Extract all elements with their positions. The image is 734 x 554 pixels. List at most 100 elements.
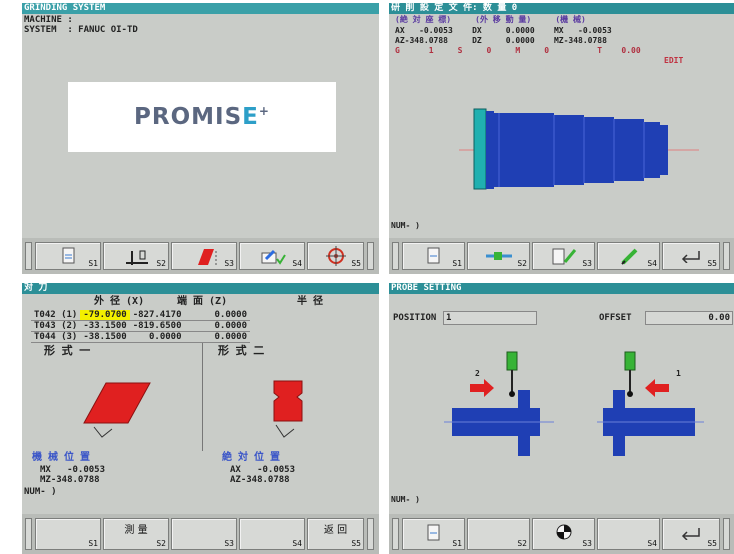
softkey-label: S2 — [156, 539, 166, 548]
softkey-s2[interactable]: S2 — [467, 242, 530, 270]
od-value[interactable]: -38.1500 — [80, 331, 130, 343]
radius-value[interactable]: 0.0000 — [184, 331, 251, 343]
logo-sup: + — [258, 104, 270, 118]
machine-label: MACHINE : — [24, 15, 73, 25]
softkey-label: S4 — [292, 539, 302, 548]
softkey-label: S1 — [452, 539, 462, 548]
softkey-right-edge[interactable] — [723, 242, 730, 270]
softkey-bar: S1 S2 S3 S4 S5 — [22, 238, 379, 274]
absolute-z: AZ-348.0788 — [230, 475, 290, 485]
position-field[interactable]: 1 — [443, 311, 537, 325]
coord-row-x: AX -0.0053 DX 0.0000 MX -0.0053 — [395, 26, 612, 35]
screen-title: PROBE SETTING — [389, 283, 734, 294]
grinding-system-screen: GRINDING SYSTEM MACHINE : SYSTEM : FANUC… — [22, 3, 379, 274]
softkey-right-edge[interactable] — [367, 518, 374, 550]
radius-value[interactable]: 0.0000 — [184, 310, 251, 321]
od-value[interactable]: -33.1500 — [80, 320, 130, 332]
softkey-s4[interactable]: S4 — [239, 242, 305, 270]
softkey-left-edge[interactable] — [392, 518, 399, 550]
logo-mark: E — [242, 104, 259, 130]
softkey-s1[interactable]: S1 — [35, 242, 101, 270]
tool-id: T043 (2) — [31, 320, 81, 332]
face-value[interactable]: -819.6500 — [129, 320, 185, 332]
probe-diagram-right — [597, 351, 704, 456]
softkey-s2[interactable]: S2 — [103, 242, 169, 270]
coord-headers: (絶 対 座 標) (外 移 動 量) (機 械) — [395, 15, 586, 24]
radius-value[interactable]: 0.0000 — [184, 320, 251, 332]
softkey-s1[interactable]: S1 — [35, 518, 101, 550]
machine-x: MX -0.0053 — [40, 465, 106, 475]
machine-position-label: 機 械 位 置 — [32, 452, 91, 463]
softkey-s1[interactable]: S1 — [402, 518, 465, 550]
face-value[interactable]: -827.4170 — [129, 310, 185, 321]
table-row[interactable]: T044 (3) -38.1500 0.0000 0.0000 — [31, 331, 251, 343]
softkey-label: S5 — [351, 539, 361, 548]
absolute-x: AX -0.0053 — [230, 465, 296, 475]
softkey-label: S1 — [88, 259, 98, 268]
target-quadrant-icon — [556, 524, 572, 540]
softkey-s4[interactable]: S4 — [597, 242, 660, 270]
screen-title: GRINDING SYSTEM — [22, 3, 379, 14]
promise-logo: PROMISE+ — [68, 82, 336, 152]
table-row[interactable]: T042 (1) -79.0700 -827.4170 0.0000 — [31, 310, 251, 321]
workpiece-drawing — [459, 108, 699, 190]
return-icon — [681, 528, 700, 540]
softkey-s3[interactable]: S3 — [532, 242, 595, 270]
softkey-s1[interactable]: S1 — [402, 242, 465, 270]
document-icon — [62, 247, 75, 264]
document-icon — [427, 524, 440, 541]
tool-id: T044 (3) — [31, 331, 81, 343]
logo-text: PROMIS — [134, 104, 243, 130]
softkey-s3[interactable]: S3 — [171, 518, 237, 550]
softkey-right-edge[interactable] — [367, 242, 374, 270]
softkey-s2-measure[interactable]: 測 量 S2 — [103, 518, 169, 550]
tool-offset-table: T042 (1) -79.0700 -827.4170 0.0000 T043 … — [31, 310, 251, 343]
softkey-label: S2 — [517, 259, 527, 268]
softkey-s5[interactable]: S5 — [662, 518, 720, 550]
col-header-radius: 半 径 — [297, 296, 324, 307]
face-value[interactable]: 0.0000 — [129, 331, 185, 343]
softkey-s3[interactable]: S3 — [532, 518, 595, 550]
softkey-left-edge[interactable] — [25, 242, 32, 270]
form-divider — [202, 343, 203, 451]
form-two-diagram[interactable] — [252, 375, 332, 445]
form-one-diagram[interactable] — [72, 375, 162, 445]
num-input[interactable]: NUM- ) — [391, 495, 420, 505]
offset-label: OFFSET — [599, 313, 632, 323]
status-row: G 1 S 0 M 0 T 0.00 — [395, 46, 641, 55]
num-input[interactable]: NUM- ) — [391, 221, 420, 231]
softkey-s4[interactable]: S4 — [239, 518, 305, 550]
position-label: POSITION — [393, 313, 437, 323]
form-one-label: 形 式 一 — [44, 344, 91, 357]
position-value: 1 — [446, 313, 452, 323]
red-parallelogram-icon — [198, 249, 217, 265]
softkey-bar: S1 測 量 S2 S3 S4 返 回 S5 — [22, 514, 379, 554]
table-row[interactable]: T043 (2) -33.1500 -819.6500 0.0000 — [31, 320, 251, 332]
softkey-left-edge[interactable] — [392, 242, 399, 270]
screen-title: 对 刀 — [22, 283, 379, 294]
softkey-label: S1 — [452, 259, 462, 268]
softkey-s5-return[interactable]: 返 回 S5 — [307, 518, 364, 550]
softkey-text: 返 回 — [323, 525, 348, 536]
od-value[interactable]: -79.0700 — [80, 310, 130, 321]
offset-field[interactable]: 0.00 — [645, 311, 733, 325]
pencil-icon — [621, 248, 638, 265]
system-label: SYSTEM : FANUC OI-TD — [24, 25, 138, 35]
softkey-label: S4 — [647, 259, 657, 268]
softkey-label: S4 — [647, 539, 657, 548]
softkey-label: S3 — [224, 539, 234, 548]
num-input[interactable]: NUM- ) — [24, 487, 57, 497]
softkey-label: S4 — [292, 259, 302, 268]
softkey-label: S3 — [582, 539, 592, 548]
softkey-s2[interactable]: S2 — [467, 518, 530, 550]
softkey-s3[interactable]: S3 — [171, 242, 237, 270]
softkey-label: S3 — [224, 259, 234, 268]
softkey-right-edge[interactable] — [723, 518, 730, 550]
softkey-s5[interactable]: S5 — [307, 242, 364, 270]
target-icon — [326, 246, 346, 266]
softkey-label: S5 — [707, 539, 717, 548]
softkey-left-edge[interactable] — [25, 518, 32, 550]
softkey-s5[interactable]: S5 — [662, 242, 720, 270]
screen-title: 研 削 設 定 文 件: 数 量 0 — [389, 3, 734, 14]
softkey-s4[interactable]: S4 — [597, 518, 660, 550]
